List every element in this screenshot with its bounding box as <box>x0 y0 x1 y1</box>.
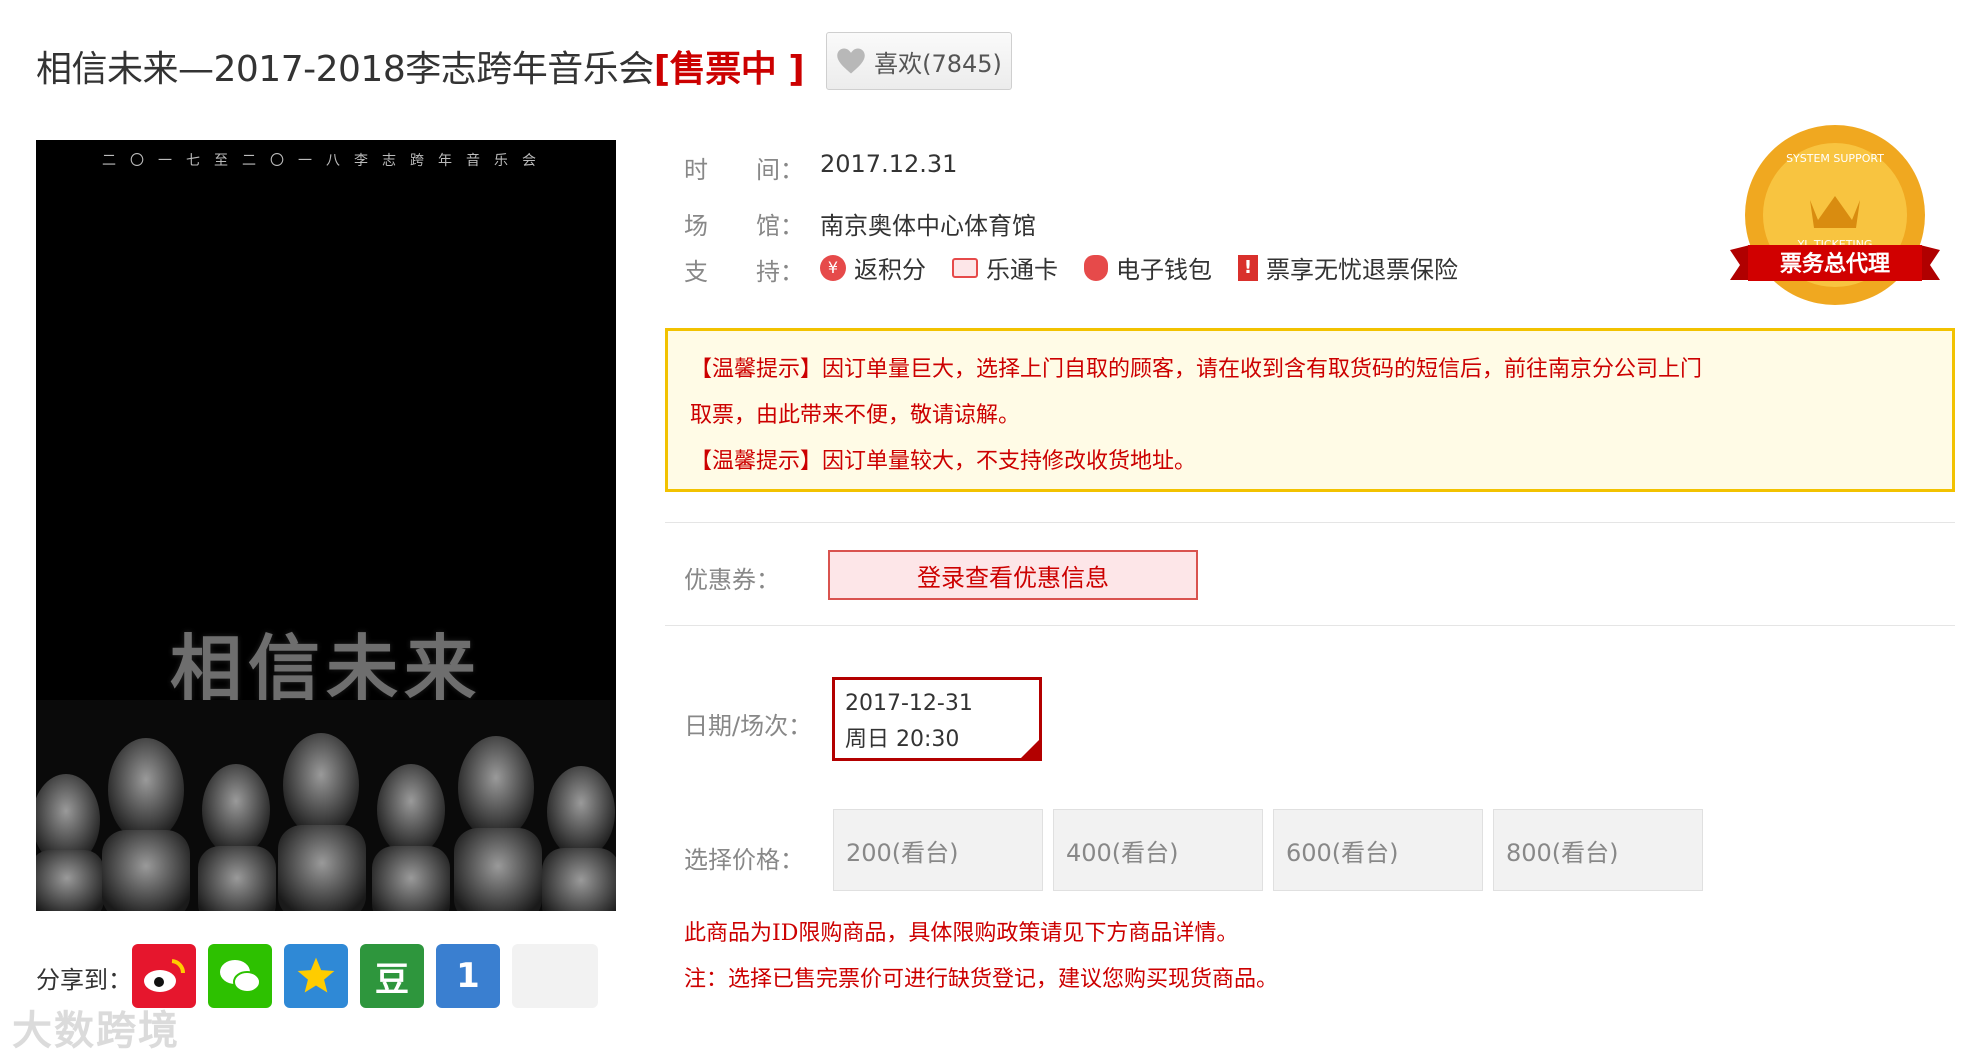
price-option[interactable]: 200(看台) <box>833 809 1043 891</box>
card-icon <box>952 257 978 278</box>
support-list: ¥ 返积分 乐通卡 电子钱包 ! 票享无忧退票保险 <box>820 250 1458 285</box>
support-item-points: ¥ 返积分 <box>820 250 926 285</box>
heart-icon <box>837 48 865 74</box>
event-poster: 二〇一七至二〇一八李志跨年音乐会 相信未来 <box>36 140 616 911</box>
yen-icon: ¥ <box>820 254 846 281</box>
wechat-icon[interactable] <box>208 944 272 1008</box>
sale-status-badge: [售票中 ] <box>653 49 805 90</box>
like-button[interactable]: 喜欢(7845) <box>826 32 1012 90</box>
event-title: 相信未来—2017-2018李志跨年音乐会 <box>36 49 654 90</box>
support-item-wallet: 电子钱包 <box>1084 250 1212 285</box>
login-coupon-button[interactable]: 登录查看优惠信息 <box>828 550 1198 600</box>
notice-line-1: 【温馨提示】因订单量巨大，选择上门自取的顾客，请在收到含有取货码的短信后，前往南… <box>690 357 1703 382</box>
poster-crowd-image <box>36 700 616 911</box>
session-time: 周日 20:30 <box>845 727 960 752</box>
douban-icon[interactable]: 豆 <box>360 944 424 1008</box>
share-icons: 豆 1 <box>132 944 598 1008</box>
tencent-weibo-icon[interactable]: 1 <box>436 944 500 1008</box>
notice-line-3: 【温馨提示】因订单量较大，不支持修改收货地址。 <box>690 449 1197 474</box>
support-item-insurance: ! 票享无忧退票保险 <box>1238 250 1458 285</box>
notice-line-2: 取票，由此带来不便，敬请谅解。 <box>690 403 1021 428</box>
time-label: 时 间： <box>684 156 804 184</box>
warm-tips-notice: 【温馨提示】因订单量巨大，选择上门自取的顾客，请在收到含有取货码的短信后，前往南… <box>665 328 1955 492</box>
share-label: 分享到： <box>36 966 132 994</box>
price-option[interactable]: 800(看台) <box>1493 809 1703 891</box>
support-item-card: 乐通卡 <box>952 250 1058 285</box>
time-value: 2017.12.31 <box>820 150 958 178</box>
price-options: 200(看台) 400(看台) 600(看台) 800(看台) <box>833 809 1703 891</box>
ticketing-agent-badge: SYSTEM SUPPORT YL TICKETING 票务总代理 <box>1730 120 1940 310</box>
poster-top-text: 二〇一七至二〇一八李志跨年音乐会 <box>102 153 550 169</box>
more-icon[interactable] <box>512 944 598 1008</box>
qzone-icon[interactable] <box>284 944 348 1008</box>
venue-value: 南京奥体中心体育馆 <box>820 212 1036 240</box>
venue-label: 场 馆： <box>684 212 804 240</box>
session-date: 2017-12-31 <box>845 691 973 716</box>
page-title: 相信未来—2017-2018李志跨年音乐会[售票中 ] <box>36 40 805 92</box>
selected-corner-mark <box>1021 740 1039 758</box>
badge-ribbon-text: 票务总代理 <box>1780 251 1890 277</box>
exclamation-icon: ! <box>1238 254 1258 281</box>
money-bag-icon <box>1084 254 1108 281</box>
price-option[interactable]: 600(看台) <box>1273 809 1483 891</box>
support-label: 支 持： <box>684 258 804 286</box>
divider <box>665 625 1955 626</box>
session-label: 日期/场次： <box>684 712 813 740</box>
divider <box>665 522 1955 523</box>
session-option-selected[interactable]: 2017-12-31 周日 20:30 <box>832 677 1042 761</box>
price-label: 选择价格： <box>684 846 804 874</box>
purchase-limit-warning: 此商品为ID限购商品，具体限购政策请见下方商品详情。 <box>684 921 1239 946</box>
badge-ring-text: SYSTEM SUPPORT <box>1786 152 1884 165</box>
price-option[interactable]: 400(看台) <box>1053 809 1263 891</box>
like-count-label: 喜欢(7845) <box>874 49 1002 78</box>
coupon-label: 优惠券： <box>684 566 780 594</box>
soldout-note: 注：选择已售完票价可进行缺货登记，建议您购买现货商品。 <box>684 967 1279 992</box>
watermark: 大数跨境 <box>12 1008 180 1054</box>
